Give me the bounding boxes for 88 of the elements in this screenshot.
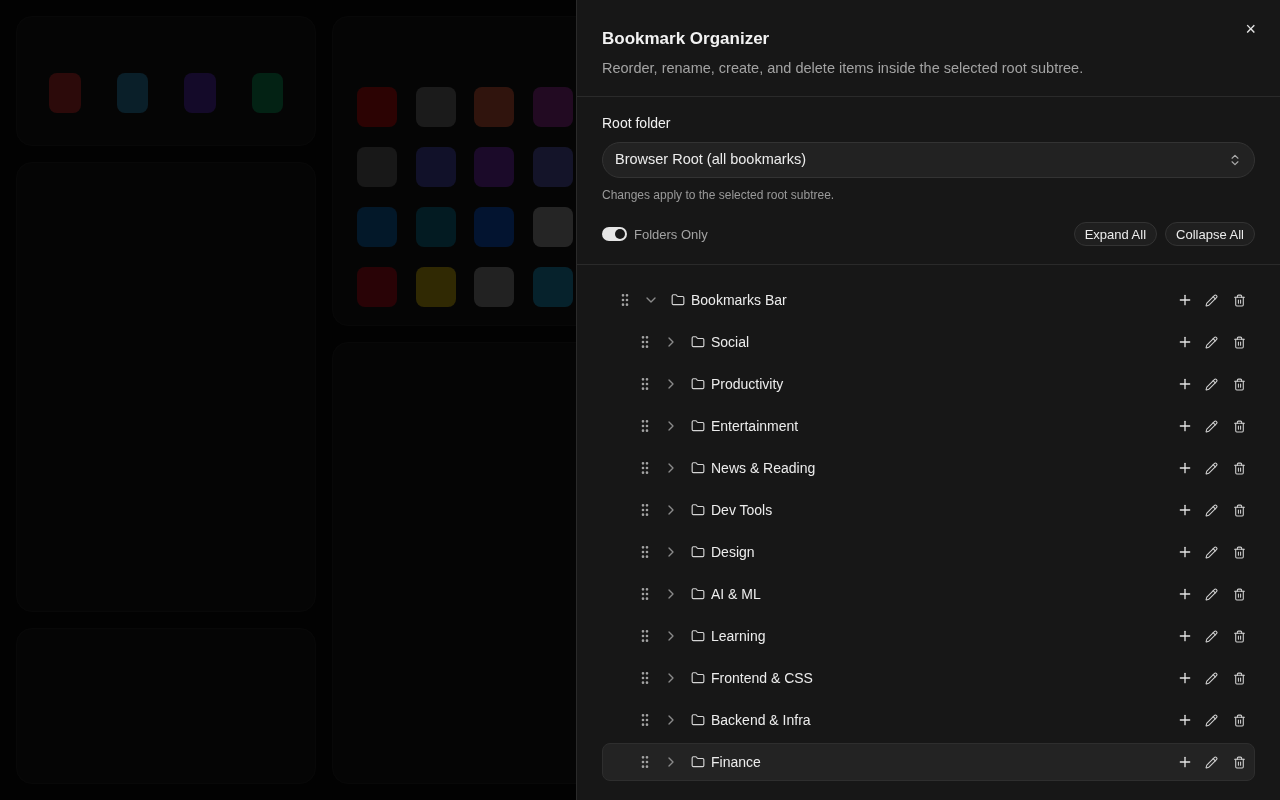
app-icon	[474, 147, 514, 187]
folder-name: Dev Tools	[711, 500, 773, 520]
edit-icon[interactable]	[1205, 293, 1218, 307]
delete-icon[interactable]	[1233, 419, 1246, 433]
delete-icon[interactable]	[1233, 755, 1246, 769]
delete-icon[interactable]	[1233, 377, 1246, 391]
edit-icon[interactable]	[1205, 419, 1218, 433]
delete-icon[interactable]	[1233, 335, 1246, 349]
delete-icon[interactable]	[1233, 545, 1246, 559]
app-icon	[415, 207, 456, 247]
edit-icon[interactable]	[1205, 671, 1218, 685]
delete-icon[interactable]	[1233, 629, 1246, 643]
delete-icon[interactable]	[1233, 503, 1246, 517]
folder-icon	[691, 419, 705, 434]
dialog-description: Reorder, rename, create, and delete items inside the selected root subtree.	[602, 58, 1085, 78]
folder-icon	[691, 587, 705, 602]
delete-icon[interactable]	[1233, 587, 1246, 601]
edit-icon[interactable]	[1205, 335, 1218, 349]
tree-row[interactable]: News & Reading	[602, 449, 1255, 488]
tree-row[interactable]: Bookmarks Bar	[602, 281, 1255, 320]
folder-name: Social	[711, 332, 750, 352]
tree-row[interactable]: Learning	[602, 617, 1255, 656]
folder-icon	[691, 335, 705, 350]
folder-icon	[691, 377, 705, 392]
delete-icon[interactable]	[1233, 713, 1246, 727]
app-icon	[532, 207, 573, 247]
folder-icon	[691, 629, 705, 644]
edit-icon[interactable]	[1205, 713, 1218, 727]
folder-name: Frontend & CSS	[711, 668, 813, 688]
edit-icon[interactable]	[1205, 587, 1218, 601]
tree-row[interactable]: AI & ML	[602, 575, 1255, 614]
root-folder-select[interactable]: Browser Root (all bookmarks)	[602, 142, 1255, 179]
app-icon	[251, 73, 283, 113]
folder-icon	[691, 461, 705, 476]
dialog-title: Bookmark Organizer	[602, 28, 770, 50]
folder-name: News & Reading	[711, 458, 816, 478]
tree-row[interactable]: Productivity	[602, 365, 1255, 404]
folder-icon	[671, 293, 685, 308]
folder-name: Productivity	[711, 374, 784, 394]
tree-row[interactable]: Design	[602, 533, 1255, 572]
close-button[interactable]: ×	[1245, 20, 1256, 38]
tree-row[interactable]: Social	[602, 323, 1255, 362]
folders-only-switch[interactable]	[602, 227, 627, 242]
app-icon	[415, 267, 456, 307]
folder-icon	[691, 545, 705, 560]
hint-text: Changes apply to the selected root subtree.	[602, 187, 836, 205]
tree-row[interactable]: Frontend & CSS	[602, 659, 1255, 698]
app-icon	[474, 87, 514, 127]
folder-name: Bookmarks Bar	[691, 290, 787, 310]
app-icon	[415, 147, 456, 187]
folder-name: Backend & Infra	[711, 710, 811, 730]
app-icon	[474, 267, 514, 307]
tree-row[interactable]: Finance	[602, 743, 1255, 782]
app-icon	[357, 87, 397, 127]
app-icon	[532, 147, 573, 187]
toolbar-button[interactable]: Expand All	[1073, 222, 1158, 247]
folder-name: Entertainment	[711, 416, 799, 436]
delete-icon[interactable]	[1233, 461, 1246, 475]
app-icon	[116, 73, 148, 113]
edit-icon[interactable]	[1205, 755, 1218, 769]
switch-label: Folders Only	[634, 225, 708, 244]
folder-name: Learning	[711, 626, 766, 646]
app-icon	[532, 87, 573, 127]
edit-icon[interactable]	[1205, 629, 1218, 643]
folder-name: AI & ML	[711, 584, 761, 604]
tree-row[interactable]: Dev Tools	[602, 491, 1255, 530]
edit-icon[interactable]	[1205, 377, 1218, 391]
folder-icon	[691, 713, 705, 728]
tree-row[interactable]: Entertainment	[602, 407, 1255, 446]
folder-name: Finance	[711, 752, 761, 772]
edit-icon[interactable]	[1205, 503, 1218, 517]
folder-icon	[691, 503, 705, 518]
edit-icon[interactable]	[1205, 545, 1218, 559]
app-icon	[532, 267, 573, 307]
delete-icon[interactable]	[1233, 293, 1246, 307]
folder-icon	[691, 755, 705, 770]
app-icon	[357, 267, 397, 307]
app-icon	[357, 207, 397, 247]
toolbar-button[interactable]: Collapse All	[1165, 222, 1255, 247]
app-icon	[49, 73, 81, 113]
edit-icon[interactable]	[1205, 461, 1218, 475]
field-label: Root folder	[602, 114, 672, 134]
folder-icon	[691, 671, 705, 686]
tree-row[interactable]: Backend & Infra	[602, 701, 1255, 740]
app-icon	[184, 73, 216, 113]
folder-name: Design	[711, 542, 755, 562]
delete-icon[interactable]	[1233, 671, 1246, 685]
app-icon	[474, 207, 514, 247]
